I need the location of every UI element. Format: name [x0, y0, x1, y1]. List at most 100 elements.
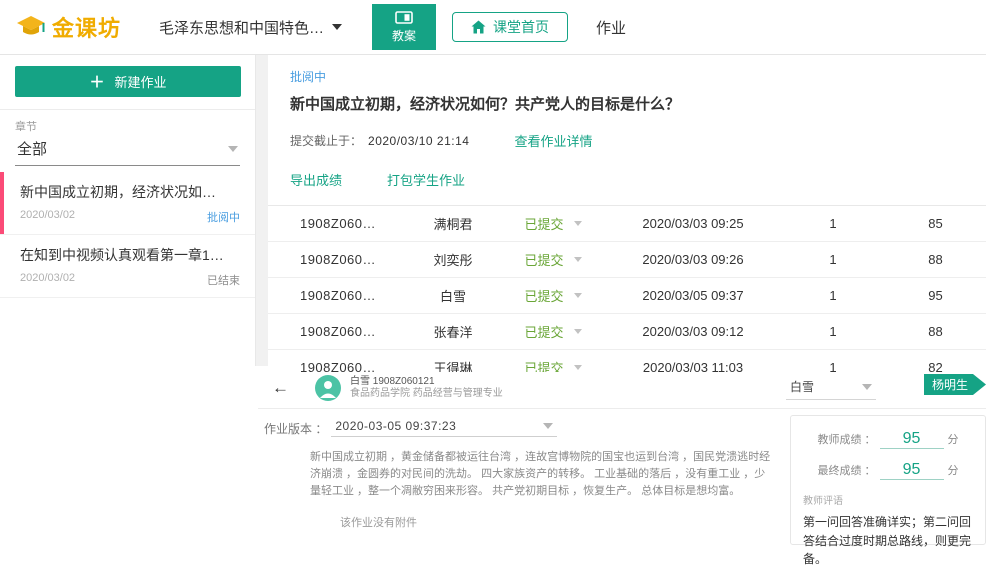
teacher-score-input[interactable]: 95	[880, 430, 944, 449]
sidebar-item-homework-0[interactable]: 新中国成立初期，经济状况如… 2020/03/02 批阅中	[0, 172, 255, 235]
chapter-filter: 章节 全部	[0, 110, 255, 166]
chapter-select-value: 全部	[17, 138, 47, 159]
sidebar-item-homework-1[interactable]: 在知到中视频认真观看第一章1… 2020/03/02 已结束	[0, 235, 255, 298]
chevron-down-icon	[543, 423, 553, 429]
graduation-cap-icon	[16, 15, 46, 39]
student-id: 1908Z060…	[268, 288, 408, 303]
final-score-label: 最终成绩 ：	[817, 462, 875, 478]
student-name: 满桐君	[408, 214, 498, 233]
student-name-id: 白雪 1908Z060121	[350, 376, 503, 389]
top-header: 金课坊 毛泽东思想和中国特色… 教案 课堂首页 作业	[0, 0, 986, 55]
chevron-down-icon	[862, 384, 872, 390]
deadline-label: 提交截止于：	[290, 132, 362, 149]
table-row[interactable]: 1908Z060… 白雪 已提交 2020/03/05 09:37 1 95	[268, 278, 986, 314]
homework-version-label: 作业版本 ：	[264, 420, 327, 437]
no-attachment-note: 该作业没有附件	[340, 514, 778, 530]
submission-detail-panel: ← 白雪 1908Z060121 食品药品学院 药品经营与管理专业 白雪 杨明生…	[258, 372, 986, 520]
lesson-plan-label: 教案	[392, 27, 416, 44]
submission-time: 2020/03/03 09:12	[608, 324, 778, 339]
submission-count: 1	[778, 252, 888, 267]
submission-time: 2020/03/03 09:26	[608, 252, 778, 267]
student-college: 食品药品学院 药品经营与管理专业	[350, 388, 503, 401]
table-row[interactable]: 1908Z060… 张春洋 已提交 2020/03/03 09:12 1 88	[268, 314, 986, 350]
homework-title: 在知到中视频认真观看第一章1…	[20, 245, 240, 265]
home-icon	[471, 20, 486, 34]
student-id: 1908Z060…	[268, 216, 408, 231]
student-answer-text: 新中国成立初期 ，黄金储备都被运往台湾 ，连故宫博物院的国宝也运到台湾 ，国民党…	[310, 449, 772, 500]
chapter-select[interactable]: 全部	[15, 134, 240, 166]
homework-status: 已结束	[207, 272, 240, 288]
new-homework-button[interactable]: ＋ 新建作业	[15, 66, 241, 97]
chevron-down-icon	[574, 365, 582, 370]
classroom-home-button[interactable]: 课堂首页	[452, 12, 568, 42]
student-id: 1908Z060…	[268, 252, 408, 267]
teacher-score-label: 教师成绩 ：	[817, 431, 875, 447]
score-unit: 分	[948, 462, 959, 478]
sidebar: ＋ 新建作业 章节 全部 新中国成立初期，经济状况如… 2020/03/02 批…	[0, 55, 256, 366]
homework-overview-panel: 批阅中 新中国成立初期，经济状况如何？共产党人的目标是什么？ 提交截止于： 20…	[268, 55, 986, 366]
avatar	[315, 375, 341, 401]
chapter-label: 章节	[15, 118, 240, 134]
chevron-down-icon	[574, 257, 582, 262]
score-unit: 分	[948, 431, 959, 447]
new-homework-label: 新建作业	[115, 72, 167, 91]
chevron-down-icon	[574, 221, 582, 226]
teacher-comment-label: 教师评语	[803, 492, 973, 507]
table-row[interactable]: 1908Z060… 满桐君 已提交 2020/03/03 09:25 1 85	[268, 206, 986, 242]
submission-status-label: 已提交	[524, 286, 563, 305]
submission-count: 1	[778, 216, 888, 231]
table-row[interactable]: 1908Z060… 刘奕彤 已提交 2020/03/03 09:26 1 88	[268, 242, 986, 278]
submission-status-select[interactable]: 已提交	[498, 322, 608, 341]
classroom-home-label: 课堂首页	[493, 17, 549, 37]
score-card: 教师成绩 ： 95 分 最终成绩 ： 95 分 教师评语 第一问回答准确详实；第…	[790, 415, 986, 545]
final-score-input[interactable]: 95	[880, 461, 944, 480]
student-select[interactable]: 白雪	[786, 376, 876, 400]
student-name: 张春洋	[408, 322, 498, 341]
homework-date: 2020/03/02	[20, 272, 75, 288]
submission-score: 88	[888, 324, 983, 339]
submission-time: 2020/03/03 09:25	[608, 216, 778, 231]
layout-gap	[256, 55, 268, 366]
view-homework-detail-link[interactable]: 查看作业详情	[514, 131, 592, 150]
student-id: 1908Z060…	[268, 324, 408, 339]
chevron-down-icon	[228, 146, 238, 152]
homework-date: 2020/03/02	[20, 209, 75, 225]
tab-homework[interactable]: 作业	[596, 17, 626, 38]
logo-text: 金课坊	[52, 11, 121, 43]
student-select-value: 白雪	[790, 378, 814, 395]
chevron-down-icon	[574, 329, 582, 334]
homework-question-title: 新中国成立初期，经济状况如何？共产党人的目标是什么？	[290, 93, 986, 114]
person-icon	[315, 375, 341, 401]
course-title: 毛泽东思想和中国特色…	[159, 17, 324, 38]
homework-status-badge: 批阅中	[290, 68, 986, 85]
submissions-table: 1908Z060… 满桐君 已提交 2020/03/03 09:25 1 85 …	[268, 205, 986, 386]
course-select[interactable]: 毛泽东思想和中国特色…	[159, 17, 342, 38]
submission-score: 88	[888, 252, 983, 267]
student-name: 刘奕彤	[408, 250, 498, 269]
submission-status-label: 已提交	[524, 322, 563, 341]
homework-version-value: 2020-03-05 09:37:23	[335, 419, 456, 433]
homework-status: 批阅中	[207, 209, 240, 225]
submission-status-label: 已提交	[524, 250, 563, 269]
package-student-homework-link[interactable]: 打包学生作业	[387, 170, 465, 189]
homework-title: 新中国成立初期，经济状况如…	[20, 182, 240, 202]
submission-status-select[interactable]: 已提交	[498, 286, 608, 305]
submission-status-label: 已提交	[524, 214, 563, 233]
chevron-down-icon	[574, 293, 582, 298]
submission-status-select[interactable]: 已提交	[498, 214, 608, 233]
plus-icon: ＋	[89, 71, 104, 92]
homework-version-select[interactable]: 2020-03-05 09:37:23	[331, 419, 557, 437]
submission-score: 95	[888, 288, 983, 303]
lesson-plan-button[interactable]: 教案	[372, 4, 436, 50]
submission-status-select[interactable]: 已提交	[498, 250, 608, 269]
app-logo[interactable]: 金课坊	[16, 11, 121, 43]
submission-time: 2020/03/05 09:37	[608, 288, 778, 303]
back-button[interactable]: ←	[272, 378, 289, 398]
student-name: 白雪	[408, 286, 498, 305]
submission-score: 85	[888, 216, 983, 231]
export-scores-link[interactable]: 导出成绩	[290, 170, 342, 189]
chevron-down-icon	[332, 24, 342, 30]
next-student-button[interactable]: 杨明生	[924, 374, 986, 395]
submission-count: 1	[778, 288, 888, 303]
teacher-comment-text: 第一问回答准确详实；第二问回答结合过度时期总路线，则更完备。	[803, 513, 973, 569]
